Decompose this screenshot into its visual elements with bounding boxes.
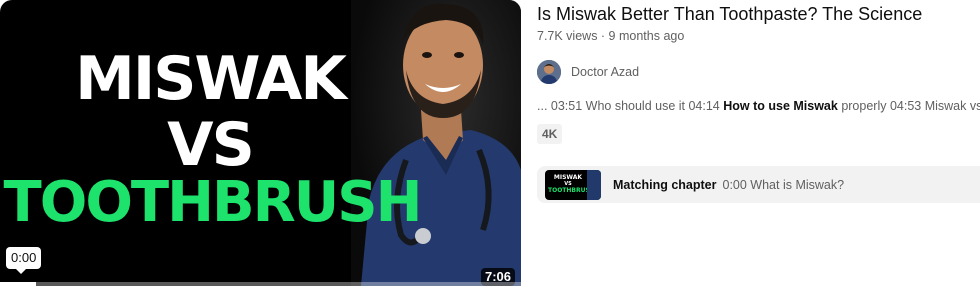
quality-badge: 4K bbox=[537, 124, 563, 144]
chapter-label: Matching chapter bbox=[613, 177, 717, 192]
progress-fill bbox=[0, 282, 37, 286]
snippet-text: ... 03:51 Who should use it 04:14 bbox=[537, 99, 724, 113]
chapter-thumb-line2: VS bbox=[564, 180, 572, 187]
snippet-highlight: How to use Miswak bbox=[723, 99, 838, 113]
chapter-thumb-presenter bbox=[587, 169, 601, 200]
matching-chapter[interactable]: MISWAK VS TOOTHBRUSH Matching chapter 0:… bbox=[537, 166, 980, 203]
chapter-thumb-line1: MISWAK bbox=[553, 173, 583, 181]
channel-avatar[interactable] bbox=[537, 60, 561, 84]
video-meta: 7.7K views · 9 months ago bbox=[537, 29, 685, 43]
channel-name[interactable]: Doctor Azad bbox=[571, 65, 639, 79]
thumbnail-text-line3: TOOTHBRUSH bbox=[3, 170, 423, 235]
current-time-tooltip: 0:00 bbox=[6, 247, 42, 274]
description-snippet: ... 03:51 Who should use it 04:14 How to… bbox=[537, 99, 980, 113]
avatar-image bbox=[537, 60, 561, 84]
video-title[interactable]: Is Miswak Better Than Toothpaste? The Sc… bbox=[537, 4, 922, 25]
chapter-thumb-line3: TOOTHBRUSH bbox=[548, 186, 595, 194]
channel-row[interactable]: Doctor Azad bbox=[537, 60, 639, 84]
progress-bar[interactable] bbox=[0, 282, 521, 286]
chapter-thumbnail: MISWAK VS TOOTHBRUSH bbox=[545, 169, 601, 200]
video-thumbnail[interactable]: MISWAK VS TOOTHBRUSH 0:00 7:06 bbox=[0, 0, 521, 286]
thumbnail-text-line1: MISWAK bbox=[75, 44, 347, 114]
chapter-value: 0:00 What is Miswak? bbox=[722, 177, 845, 192]
snippet-text-end: properly 04:53 Miswak vs tooth bbox=[841, 99, 980, 113]
